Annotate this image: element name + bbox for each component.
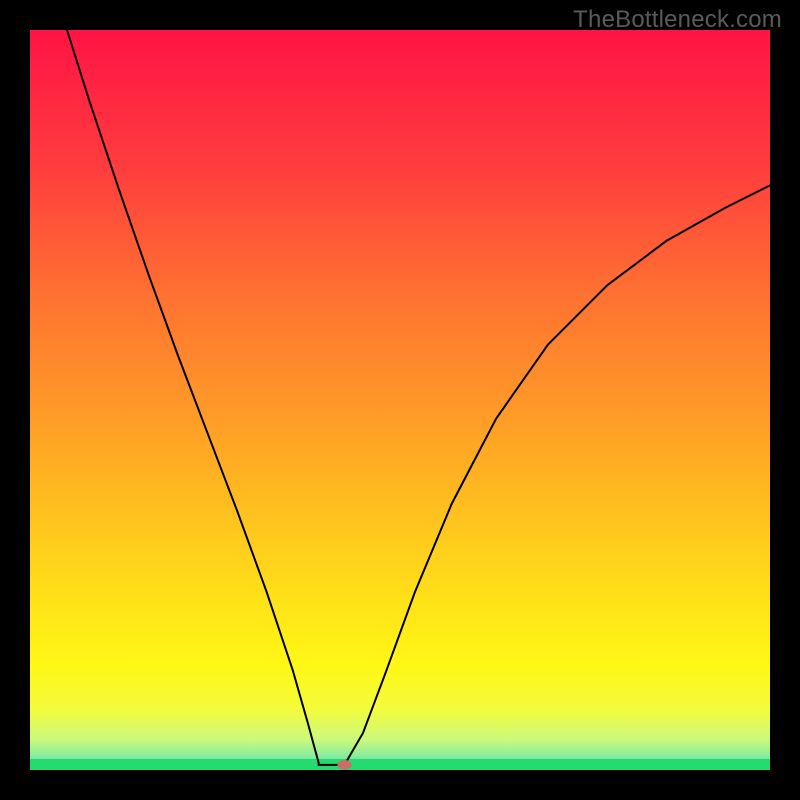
gradient-background: [30, 30, 770, 770]
chart-container: TheBottleneck.com: [0, 0, 800, 800]
plot-area: [30, 30, 770, 770]
green-bottom-band: [30, 759, 770, 770]
optimum-marker: [338, 760, 352, 770]
chart-svg: [30, 30, 770, 770]
